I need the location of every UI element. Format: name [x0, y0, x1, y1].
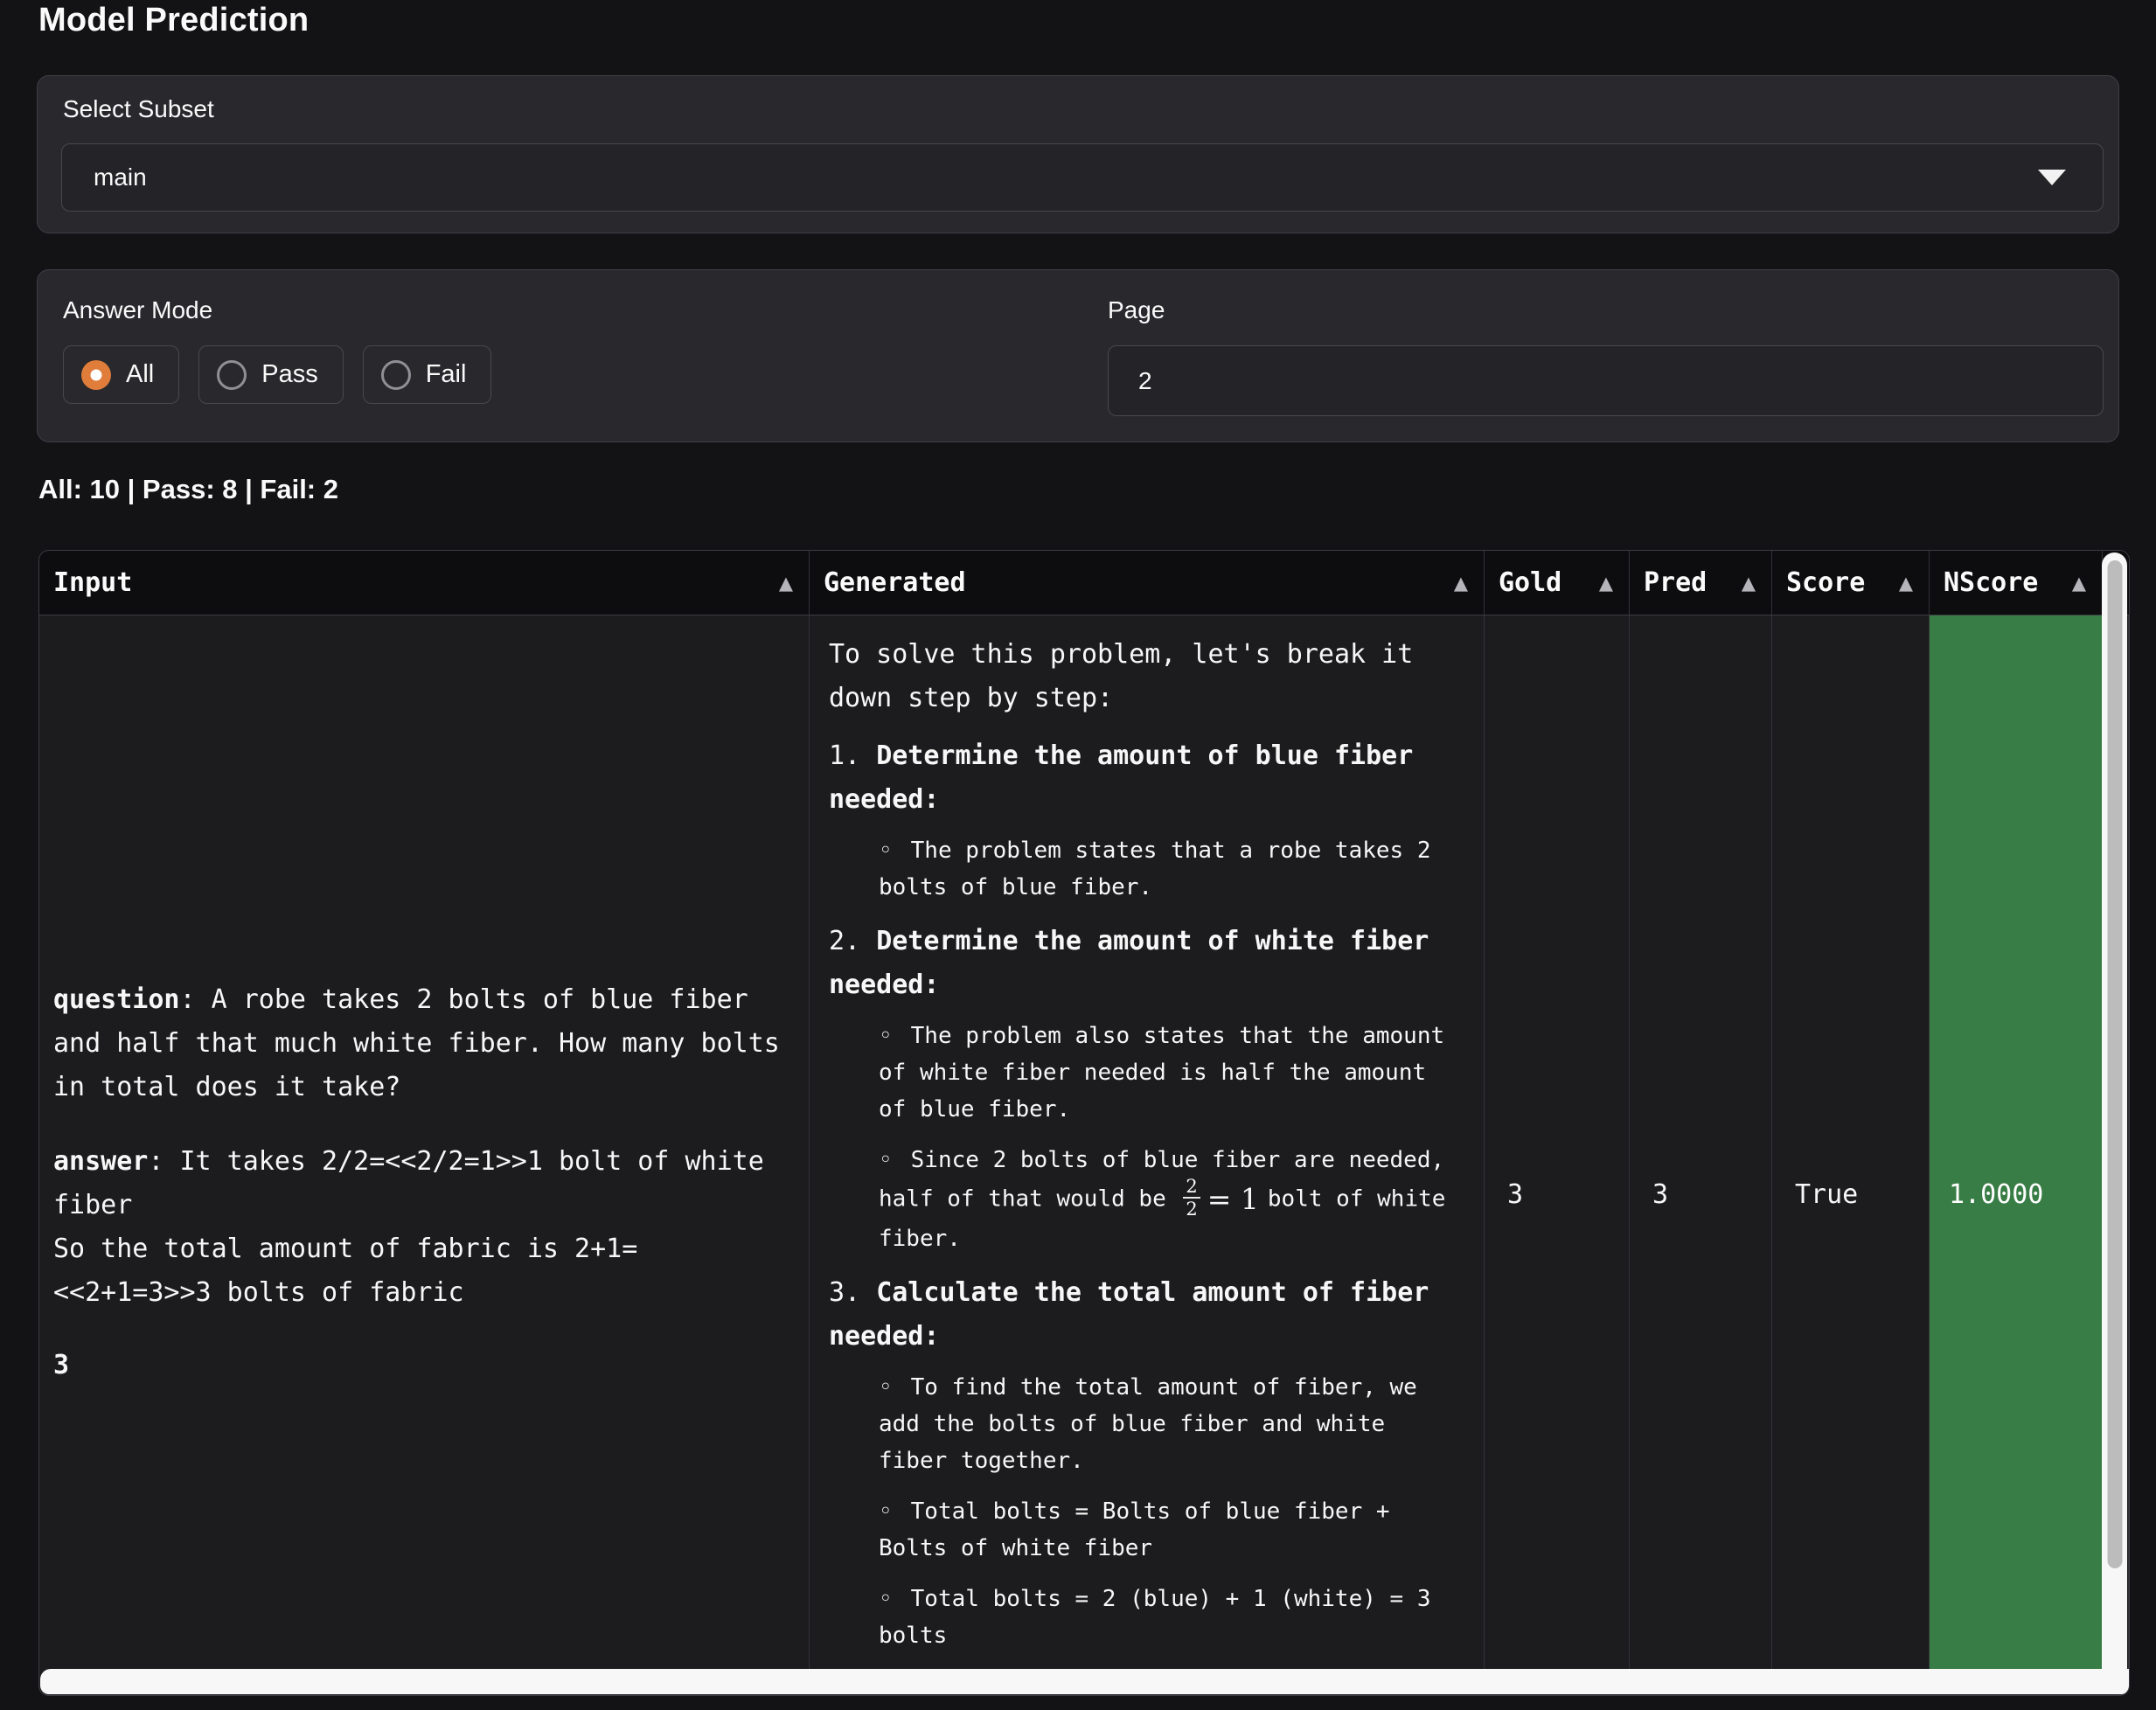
column-header-generated[interactable]: Generated ▲ [810, 551, 1485, 615]
table-row: question: A robe takes 2 bolts of blue f… [39, 615, 2129, 1672]
column-header-gold[interactable]: Gold ▲ [1485, 551, 1630, 615]
column-label: Input [53, 567, 132, 598]
sort-asc-icon[interactable]: ▲ [1899, 573, 1913, 594]
cell-score[interactable]: True [1772, 615, 1930, 1672]
column-header-pred[interactable]: Pred ▲ [1630, 551, 1772, 615]
horizontal-scrollbar[interactable] [40, 1669, 2130, 1694]
column-label: Generated [824, 567, 966, 598]
generated-cell-text: To solve this problem, let's break it do… [810, 615, 1484, 1654]
step-title: Determine the amount of blue fiber neede… [829, 740, 1413, 815]
cell-input[interactable]: question: A robe takes 2 bolts of blue f… [39, 615, 810, 1672]
column-header-input[interactable]: Input ▲ [39, 551, 810, 615]
radio-option-label: Pass [261, 360, 317, 389]
radio-option-label: All [126, 360, 154, 389]
step-title: Calculate the total amount of fiber need… [829, 1277, 1429, 1352]
radio-unchecked-icon [381, 360, 411, 390]
page-input[interactable]: 2 [1108, 345, 2104, 416]
fraction-numerator: 2 [1183, 1177, 1200, 1199]
generated-bullet: ◦Total bolts = 2 (blue) + 1 (white) = 3 … [829, 1581, 1461, 1654]
answer-text-line2: So the total amount of fabric is 2+1=<<2… [53, 1227, 784, 1315]
radio-dot [91, 369, 102, 380]
radio-option-fail[interactable]: Fail [363, 345, 492, 404]
page-title: Model Prediction [38, 2, 309, 39]
sort-asc-icon[interactable]: ▲ [779, 573, 793, 594]
radio-option-pass[interactable]: Pass [198, 345, 343, 404]
step-number: 3. [829, 1277, 876, 1308]
sort-asc-icon[interactable]: ▲ [2072, 573, 2086, 594]
generated-step-1: 1. Determine the amount of blue fiber ne… [829, 734, 1461, 822]
answer-mode-radio-group: All Pass Fail [63, 345, 511, 404]
subset-select[interactable]: main [61, 143, 2104, 212]
filter-panel: Answer Mode All Pass Fail Page 2 [37, 269, 2119, 442]
page-input-value: 2 [1138, 367, 1152, 395]
step-number: 2. [829, 926, 876, 956]
gold-value: 3 [1507, 1179, 1523, 1210]
bullet-icon: ◦ [879, 1023, 893, 1049]
generated-bullet-math: ◦Since 2 bolts of blue fiber are needed,… [829, 1142, 1461, 1257]
equation-result: = 1 [1207, 1182, 1259, 1216]
bullet-icon: ◦ [879, 1586, 893, 1612]
pred-value: 3 [1652, 1179, 1668, 1210]
chevron-down-icon [2038, 170, 2066, 185]
radio-unchecked-icon [217, 360, 247, 390]
sort-asc-icon[interactable]: ▲ [1454, 573, 1468, 594]
sort-asc-icon[interactable]: ▲ [1599, 573, 1613, 594]
nscore-value: 1.0000 [1949, 1179, 2043, 1210]
radio-option-label: Fail [426, 360, 467, 389]
bullet-text: Total bolts = 2 (blue) + 1 (white) = 3 b… [879, 1586, 1430, 1649]
table-header: Input ▲ Generated ▲ Gold ▲ Pred ▲ Score … [39, 551, 2129, 615]
step-number: 1. [829, 740, 876, 771]
answer-mode-label: Answer Mode [63, 296, 212, 324]
results-table: Input ▲ Generated ▲ Gold ▲ Pred ▲ Score … [38, 550, 2130, 1696]
column-label: Score [1786, 567, 1865, 598]
question-label: question [53, 984, 180, 1015]
step-title: Determine the amount of white fiber need… [829, 926, 1429, 1000]
sort-asc-icon[interactable]: ▲ [1742, 573, 1756, 594]
score-value: True [1795, 1179, 1858, 1210]
generated-bullet: ◦The problem states that a robe takes 2 … [829, 832, 1461, 906]
column-header-nscore[interactable]: NScore ▲ [1930, 551, 2103, 615]
fraction-denominator: 2 [1186, 1199, 1197, 1219]
subset-label: Select Subset [63, 95, 214, 123]
column-label: NScore [1944, 567, 2038, 598]
generated-step-3: 3. Calculate the total amount of fiber n… [829, 1271, 1461, 1359]
column-header-score[interactable]: Score ▲ [1772, 551, 1930, 615]
generated-bullet: ◦Total bolts = Bolts of blue fiber + Bol… [829, 1493, 1461, 1567]
bullet-icon: ◦ [879, 838, 893, 864]
stats-summary: All: 10 | Pass: 8 | Fail: 2 [38, 474, 338, 505]
cell-pred[interactable]: 3 [1630, 615, 1772, 1672]
subset-panel: Select Subset main [37, 75, 2119, 233]
cell-generated[interactable]: To solve this problem, let's break it do… [810, 615, 1485, 1672]
generated-bullet: ◦To find the total amount of fiber, we a… [829, 1369, 1461, 1479]
fraction-math: 22 [1183, 1177, 1200, 1219]
column-label: Pred [1644, 567, 1707, 598]
bullet-text: Total bolts = Bolts of blue fiber + Bolt… [879, 1498, 1390, 1561]
vertical-scrollbar[interactable] [2102, 553, 2127, 1694]
generated-bullet: ◦The problem also states that the amount… [829, 1018, 1461, 1128]
radio-option-all[interactable]: All [63, 345, 179, 404]
bullet-icon: ◦ [879, 1498, 893, 1525]
cell-gold[interactable]: 3 [1485, 615, 1630, 1672]
app-root: Model Prediction Select Subset main Answ… [0, 0, 2156, 1710]
radio-checked-icon [81, 360, 111, 390]
answer-text-line1: : It takes 2/2=<<2/2=1>>1 bolt of white … [53, 1146, 764, 1220]
final-answer: 3 [53, 1344, 784, 1387]
input-cell-text: question: A robe takes 2 bolts of blue f… [39, 615, 809, 1387]
subset-select-value: main [94, 163, 147, 191]
cell-nscore[interactable]: 1.0000 [1930, 615, 2103, 1672]
answer-label: answer [53, 1146, 148, 1177]
bullet-text: To find the total amount of fiber, we ad… [879, 1374, 1417, 1474]
page-label: Page [1108, 296, 1165, 324]
column-label: Gold [1499, 567, 1561, 598]
vertical-scrollbar-thumb[interactable] [2107, 560, 2122, 1568]
generated-step-2: 2. Determine the amount of white fiber n… [829, 920, 1461, 1007]
bullet-text: The problem also states that the amount … [879, 1023, 1444, 1123]
bullet-icon: ◦ [879, 1374, 893, 1401]
generated-intro: To solve this problem, let's break it do… [829, 633, 1461, 720]
bullet-icon: ◦ [879, 1147, 893, 1173]
bullet-text: The problem states that a robe takes 2 b… [879, 838, 1430, 900]
